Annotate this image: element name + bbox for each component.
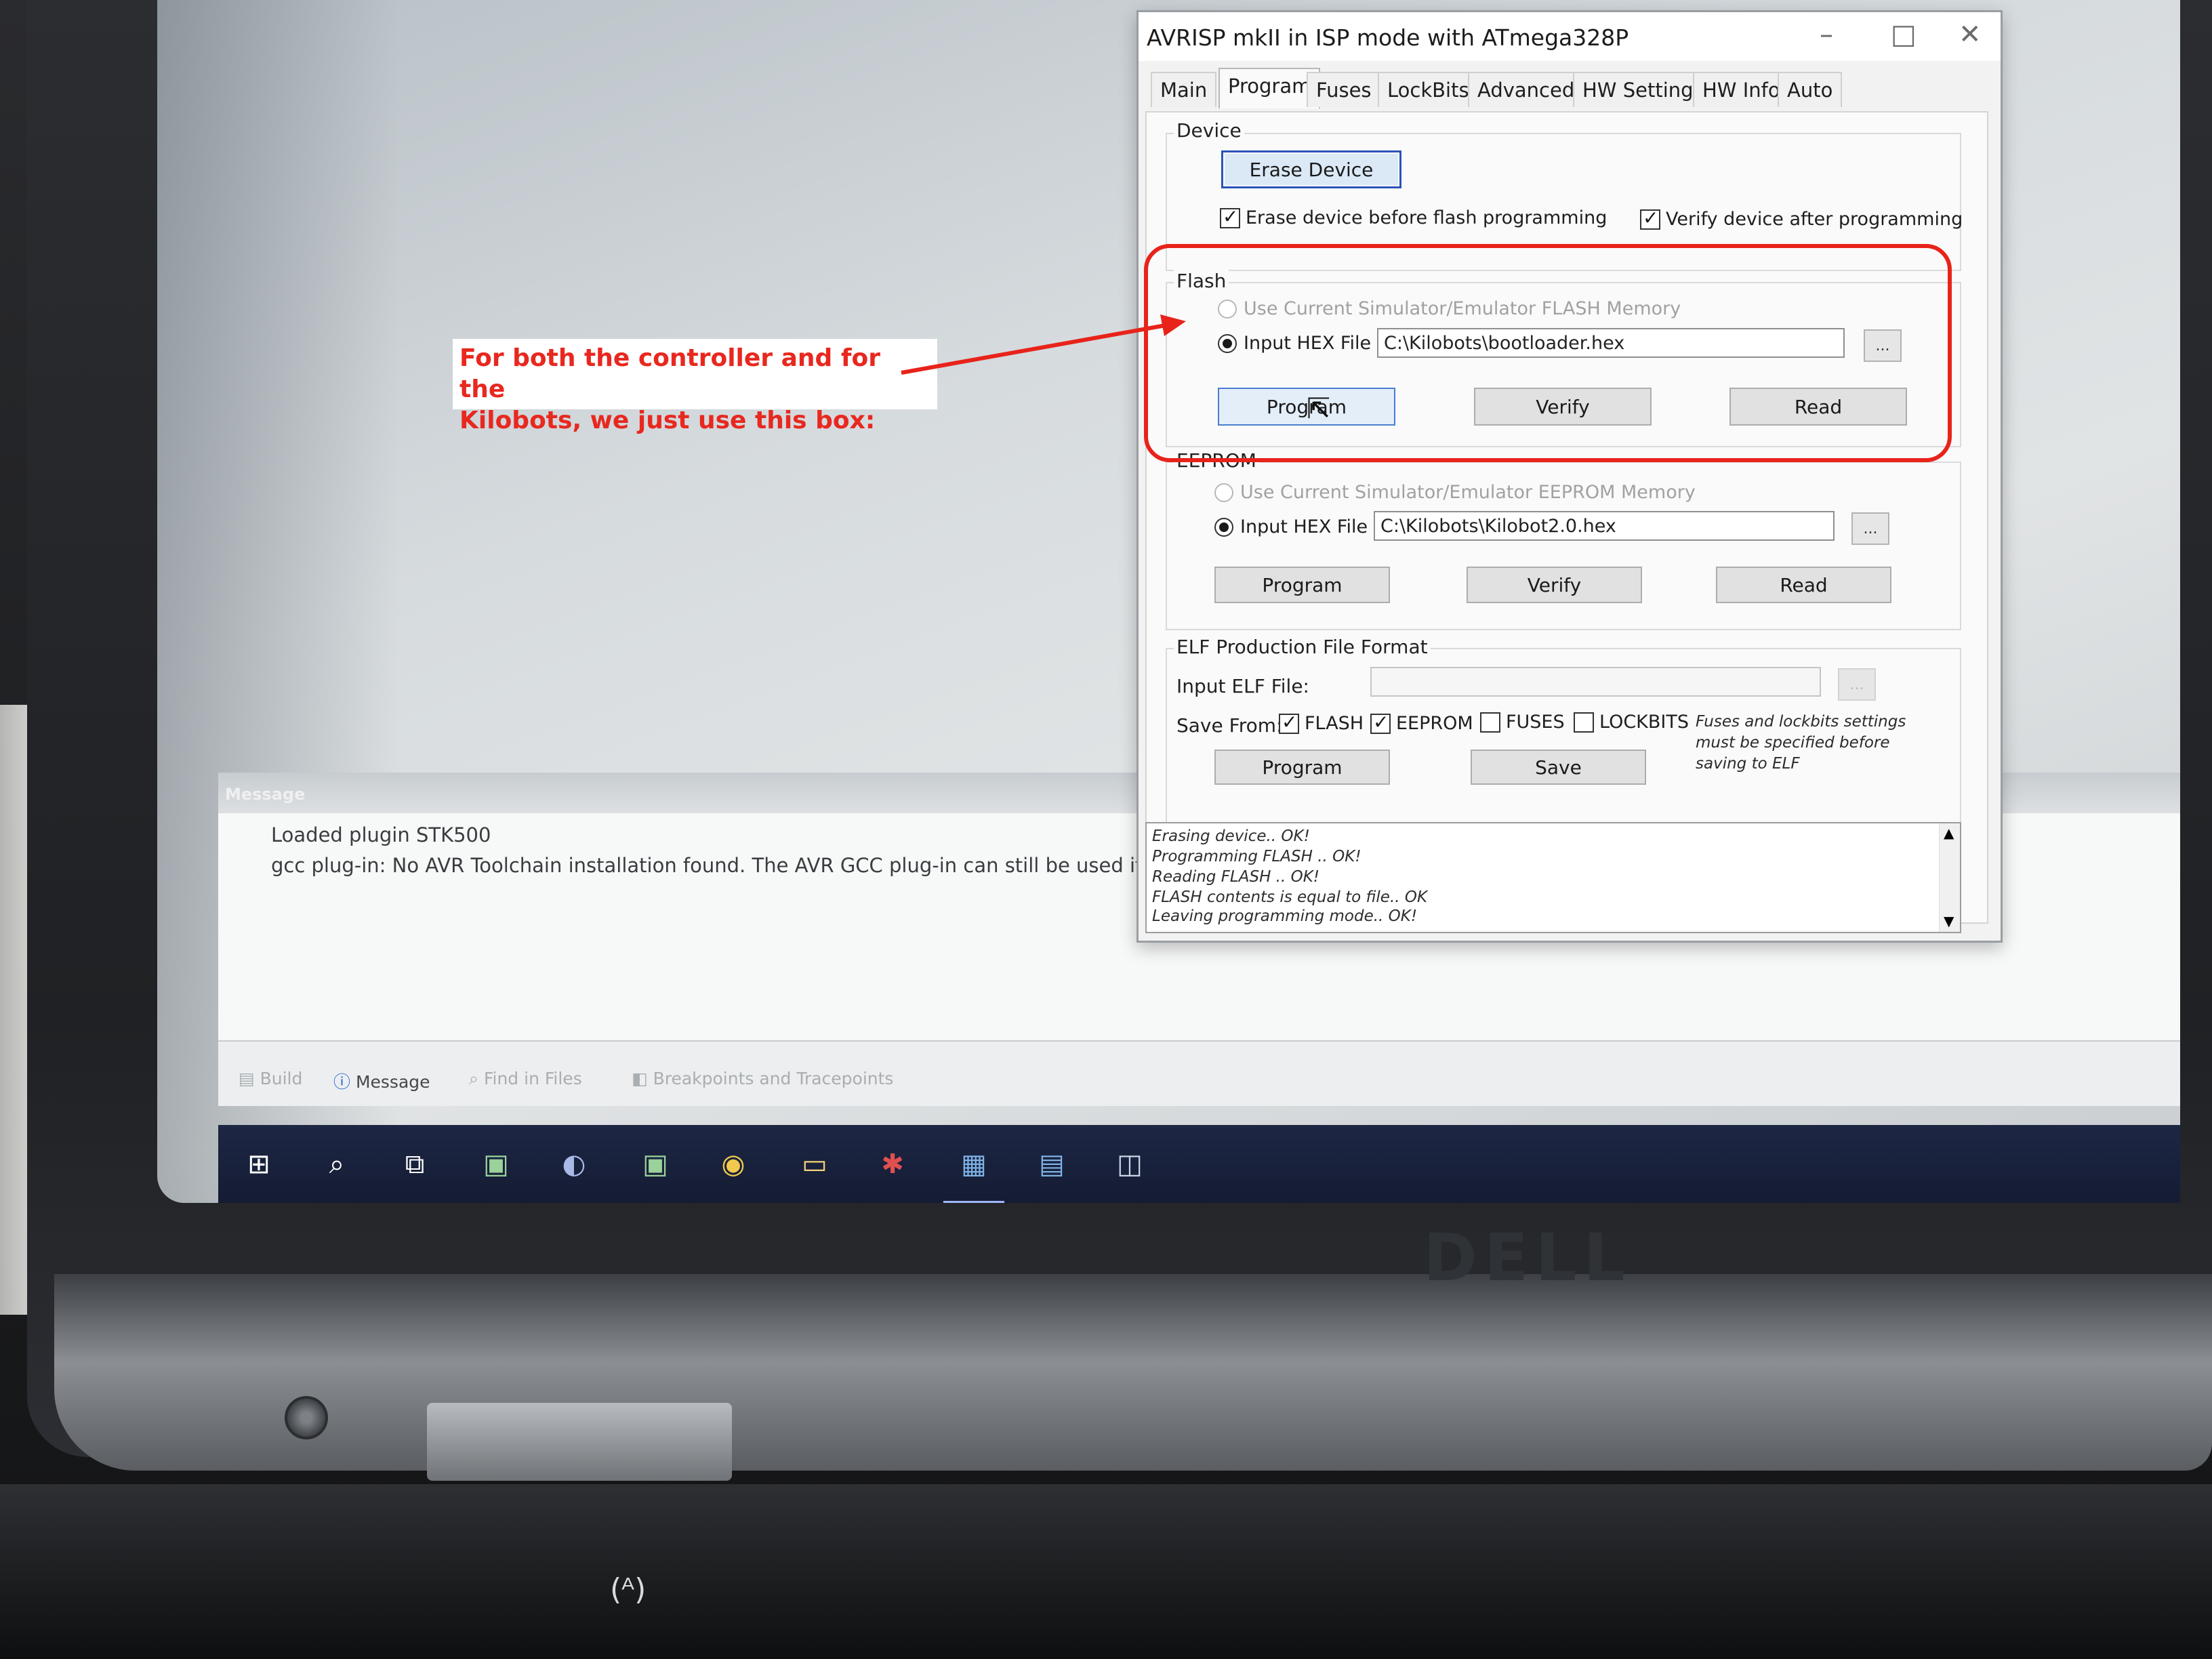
- avr-studio-icon[interactable]: ▣: [476, 1144, 516, 1185]
- checkbox-box: [1279, 711, 1299, 734]
- eeprom-use-simulator-radio[interactable]: Use Current Simulator/Emulator EEPROM Me…: [1214, 482, 1696, 503]
- tab-build[interactable]: ▤ Build: [239, 1069, 302, 1088]
- file-explorer-icon[interactable]: ▭: [794, 1144, 835, 1185]
- save-eeprom-checkbox[interactable]: EEPROM: [1370, 711, 1473, 734]
- power-button[interactable]: [285, 1396, 328, 1439]
- elf-group-label: ELF Production File Format: [1174, 636, 1431, 658]
- erase-before-flash-checkbox[interactable]: Erase device before flash programming: [1220, 205, 1607, 228]
- tab-message[interactable]: ⓘ Message: [333, 1069, 430, 1093]
- windows-start-icon[interactable]: ⊞: [239, 1144, 279, 1185]
- eeprom-hex-path-field[interactable]: C:\Kilobots\Kilobot2.0.hex: [1374, 511, 1835, 541]
- log-line: Leaving programming mode.. OK!: [1152, 907, 1418, 925]
- tab-main[interactable]: Main: [1151, 72, 1217, 107]
- checkbox-box: [1640, 207, 1660, 230]
- highlight-box: [1144, 244, 1952, 462]
- dialog-title: AVRISP mkII in ISP mode with ATmega328P: [1147, 24, 1629, 51]
- taskbar: ⊞ ⌕ ⧉ ▣ ◐ ▣ ◉ ▭ ✱ ▦ ▤ ◫: [218, 1125, 2180, 1203]
- eeprom-program-button[interactable]: Program: [1214, 567, 1390, 603]
- elf-input-label: Input ELF File:: [1176, 675, 1309, 697]
- window-icon-2[interactable]: ▤: [1031, 1144, 1072, 1185]
- eeprom-browse-button[interactable]: ...: [1851, 512, 1889, 545]
- erase-device-button[interactable]: Erase Device: [1221, 150, 1401, 188]
- info-icon: ⓘ: [333, 1072, 356, 1092]
- dialog-titlebar[interactable]: AVRISP mkII in ISP mode with ATmega328P …: [1139, 12, 2001, 61]
- output-line: gcc plug-in: No AVR Toolchain installati…: [271, 854, 1221, 877]
- verify-after-checkbox[interactable]: Verify device after programming: [1640, 207, 1963, 230]
- tab-advanced[interactable]: Advanced: [1468, 72, 1584, 107]
- eeprom-read-button[interactable]: Read: [1716, 567, 1891, 603]
- checkbox-box: [1370, 711, 1391, 734]
- annotation-callout: For both the controller and for the Kilo…: [453, 339, 937, 434]
- screen: Message Loaded plugin STK500 gcc plug-in…: [157, 0, 2180, 1203]
- tab-lockbits[interactable]: LockBits: [1378, 72, 1479, 107]
- log-line: Erasing device.. OK!: [1152, 827, 1310, 845]
- scroll-up-icon[interactable]: ▲: [1944, 825, 1954, 841]
- elf-program-button[interactable]: Program: [1214, 750, 1390, 785]
- chrome-icon[interactable]: ◉: [713, 1144, 754, 1185]
- output-tabs: ▤ Build ⓘ Message ⌕ Find in Files ◧ Brea…: [218, 1040, 2180, 1106]
- elf-input-field[interactable]: [1370, 667, 1821, 697]
- checkbox-box: [1574, 712, 1594, 733]
- checkbox-box: [1480, 712, 1500, 733]
- save-from-label: Save From:: [1176, 714, 1283, 737]
- task-view-icon[interactable]: ⧉: [394, 1144, 435, 1185]
- radio-circle: [1214, 483, 1233, 502]
- build-icon: ▤: [239, 1069, 260, 1088]
- save-fuses-checkbox[interactable]: FUSES: [1480, 712, 1565, 733]
- scroll-down-icon[interactable]: ▼: [1944, 913, 1954, 929]
- window-icon[interactable]: ▦: [954, 1144, 994, 1185]
- laptop-base: [0, 1484, 2212, 1659]
- active-app-indicator: [943, 1201, 1004, 1203]
- breakpoint-icon: ◧: [632, 1069, 653, 1088]
- log-scrollbar[interactable]: ▲ ▼: [1939, 823, 1960, 932]
- output-pane-title: Message: [225, 785, 306, 804]
- elf-save-button[interactable]: Save: [1471, 750, 1646, 785]
- tab-breakpoints[interactable]: ◧ Breakpoints and Tracepoints: [632, 1069, 893, 1088]
- close-icon[interactable]: ✕: [1959, 19, 1982, 50]
- minimize-icon[interactable]: –: [1820, 19, 1833, 50]
- laptop-logo: DELL: [1423, 1220, 1632, 1296]
- avrisp-dialog: AVRISP mkII in ISP mode with ATmega328P …: [1136, 10, 2003, 943]
- bug-icon[interactable]: ✱: [872, 1144, 913, 1185]
- log-line: FLASH contents is equal to file.. OK: [1152, 888, 1428, 906]
- elf-browse-button[interactable]: ...: [1838, 668, 1876, 701]
- status-log: Erasing device.. OK! Programming FLASH .…: [1145, 822, 1961, 933]
- radio-circle: [1214, 517, 1233, 537]
- save-flash-checkbox[interactable]: FLASH: [1279, 711, 1364, 734]
- laptop-lid-rim: [54, 1274, 2212, 1471]
- maximize-icon[interactable]: □: [1891, 19, 1917, 50]
- output-line: Loaded plugin STK500: [271, 823, 491, 846]
- tab-hw-info[interactable]: HW Info: [1693, 72, 1790, 107]
- avr-studio-icon-2[interactable]: ▣: [635, 1144, 676, 1185]
- tab-find-in-files[interactable]: ⌕ Find in Files: [469, 1069, 582, 1089]
- tab-fuses[interactable]: Fuses: [1307, 72, 1381, 107]
- elf-note: Fuses and lockbits settings must be spec…: [1696, 713, 1906, 773]
- checkbox-box: [1220, 205, 1240, 228]
- log-line: Reading FLASH .. OK!: [1152, 868, 1320, 886]
- tab-hw-settings[interactable]: HW Settings: [1573, 72, 1713, 107]
- eclipse-icon[interactable]: ◐: [554, 1144, 594, 1185]
- find-icon: ⌕: [469, 1069, 484, 1088]
- search-icon[interactable]: ⌕: [316, 1144, 357, 1185]
- wifi-indicator-icon: (ᴬ): [610, 1572, 647, 1607]
- mouse-cursor-icon: ⇱: [1307, 392, 1331, 425]
- program-panel: Device Erase Device Erase device before …: [1145, 111, 1988, 924]
- device-group-label: Device: [1174, 119, 1244, 142]
- eeprom-verify-button[interactable]: Verify: [1467, 567, 1642, 603]
- eeprom-input-hex-radio[interactable]: Input HEX File: [1214, 516, 1368, 537]
- programmer-icon[interactable]: ◫: [1109, 1144, 1150, 1185]
- tab-program[interactable]: Program: [1218, 68, 1321, 108]
- save-lockbits-checkbox[interactable]: LOCKBITS: [1574, 712, 1689, 733]
- laptop-hinge: [427, 1403, 732, 1481]
- log-line: Programming FLASH .. OK!: [1152, 848, 1361, 865]
- tab-auto[interactable]: Auto: [1778, 72, 1843, 107]
